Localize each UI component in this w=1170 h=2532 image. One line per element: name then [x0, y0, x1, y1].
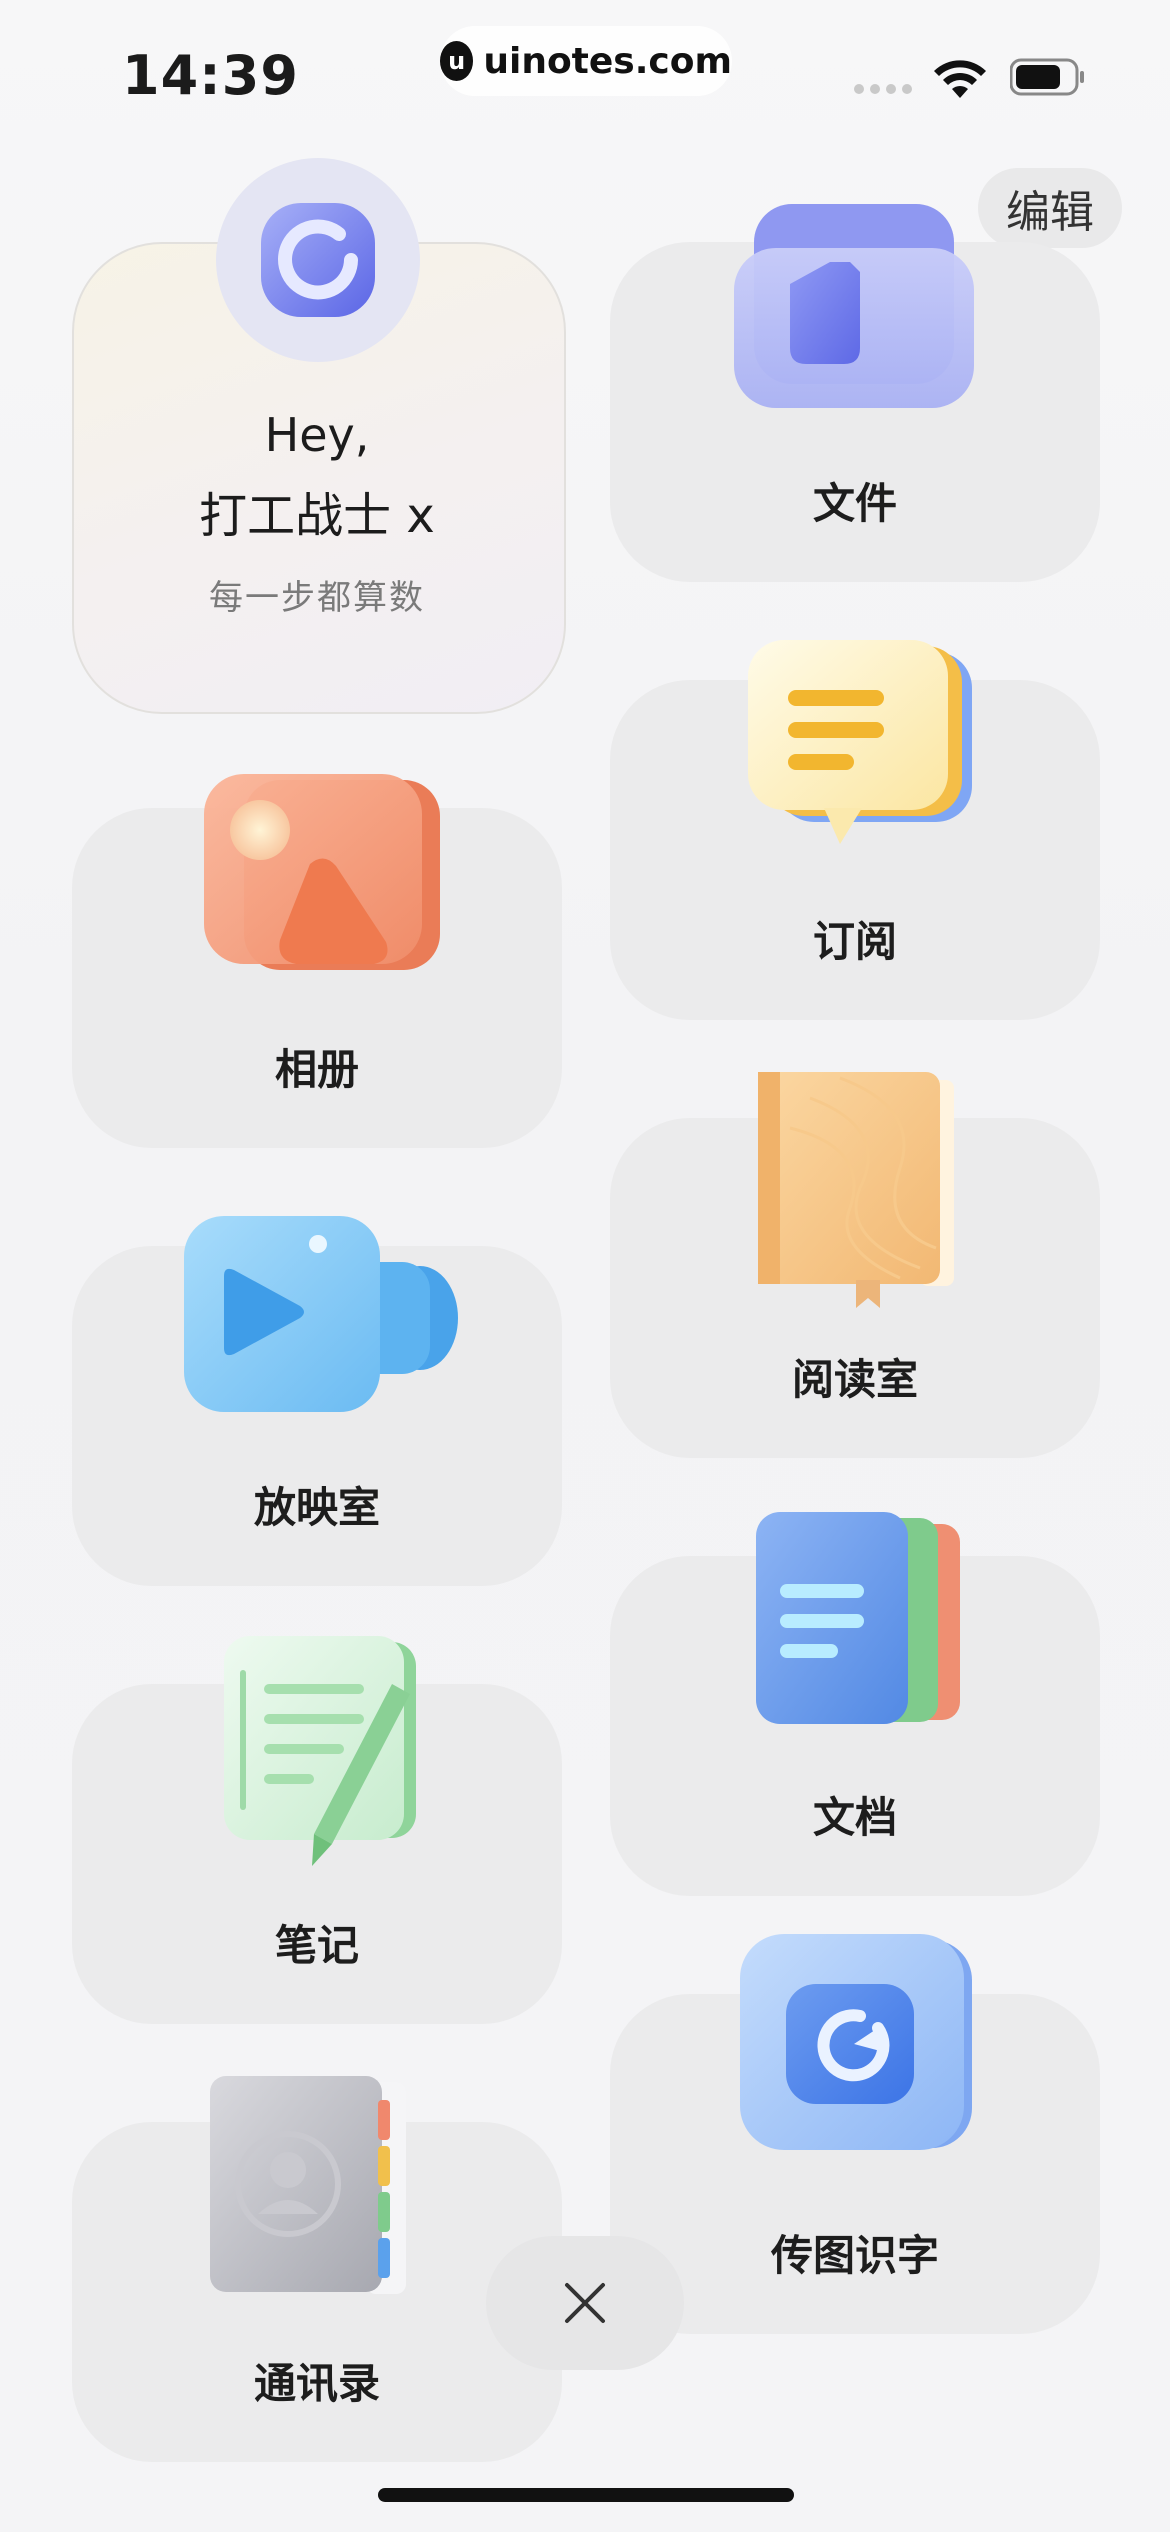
status-bar: 14:39 u uinotes.com [0, 0, 1170, 140]
notepad-pen-icon [224, 1636, 416, 1866]
status-time: 14:39 [122, 44, 299, 107]
photo-icon [204, 774, 440, 970]
app-label-album: 相册 [274, 1045, 359, 1094]
app-label-notes: 笔记 [274, 1921, 359, 1970]
app-label-files: 文件 [812, 479, 897, 528]
document-stack-icon [756, 1512, 960, 1724]
edit-button[interactable]: 编辑 [978, 168, 1122, 248]
greeting-text: Hey, [264, 408, 370, 462]
refresh-ring-icon [261, 203, 375, 317]
video-camera-icon [184, 1216, 458, 1412]
home-indicator[interactable] [378, 2488, 794, 2502]
address-book-icon [210, 2076, 406, 2294]
close-icon [565, 2283, 605, 2323]
close-button[interactable] [486, 2236, 684, 2370]
wifi-icon [934, 60, 986, 98]
watermark-text: uinotes.com [483, 40, 732, 82]
app-label-image-to-text: 传图识字 [770, 2231, 939, 2280]
username-text: 打工战士 x [199, 488, 435, 544]
ocr-icon [740, 1934, 972, 2150]
app-label-subscriptions: 订阅 [812, 917, 897, 966]
watermark-logo-icon: u [440, 41, 474, 81]
motto-text: 每一步都算数 [209, 578, 425, 618]
avatar[interactable] [216, 158, 420, 362]
battery-icon [1010, 58, 1084, 96]
cellular-signal-icon [854, 84, 912, 94]
book-icon [758, 1072, 954, 1308]
watermark-badge: u uinotes.com [440, 26, 732, 96]
chat-bubble-icon [748, 640, 972, 844]
app-label-documents: 文档 [812, 1793, 897, 1842]
app-label-contacts: 通讯录 [253, 2359, 380, 2408]
app-label-reading-room: 阅读室 [791, 1355, 918, 1404]
app-label-cinema: 放映室 [253, 1483, 380, 1532]
folder-icon [734, 204, 974, 408]
